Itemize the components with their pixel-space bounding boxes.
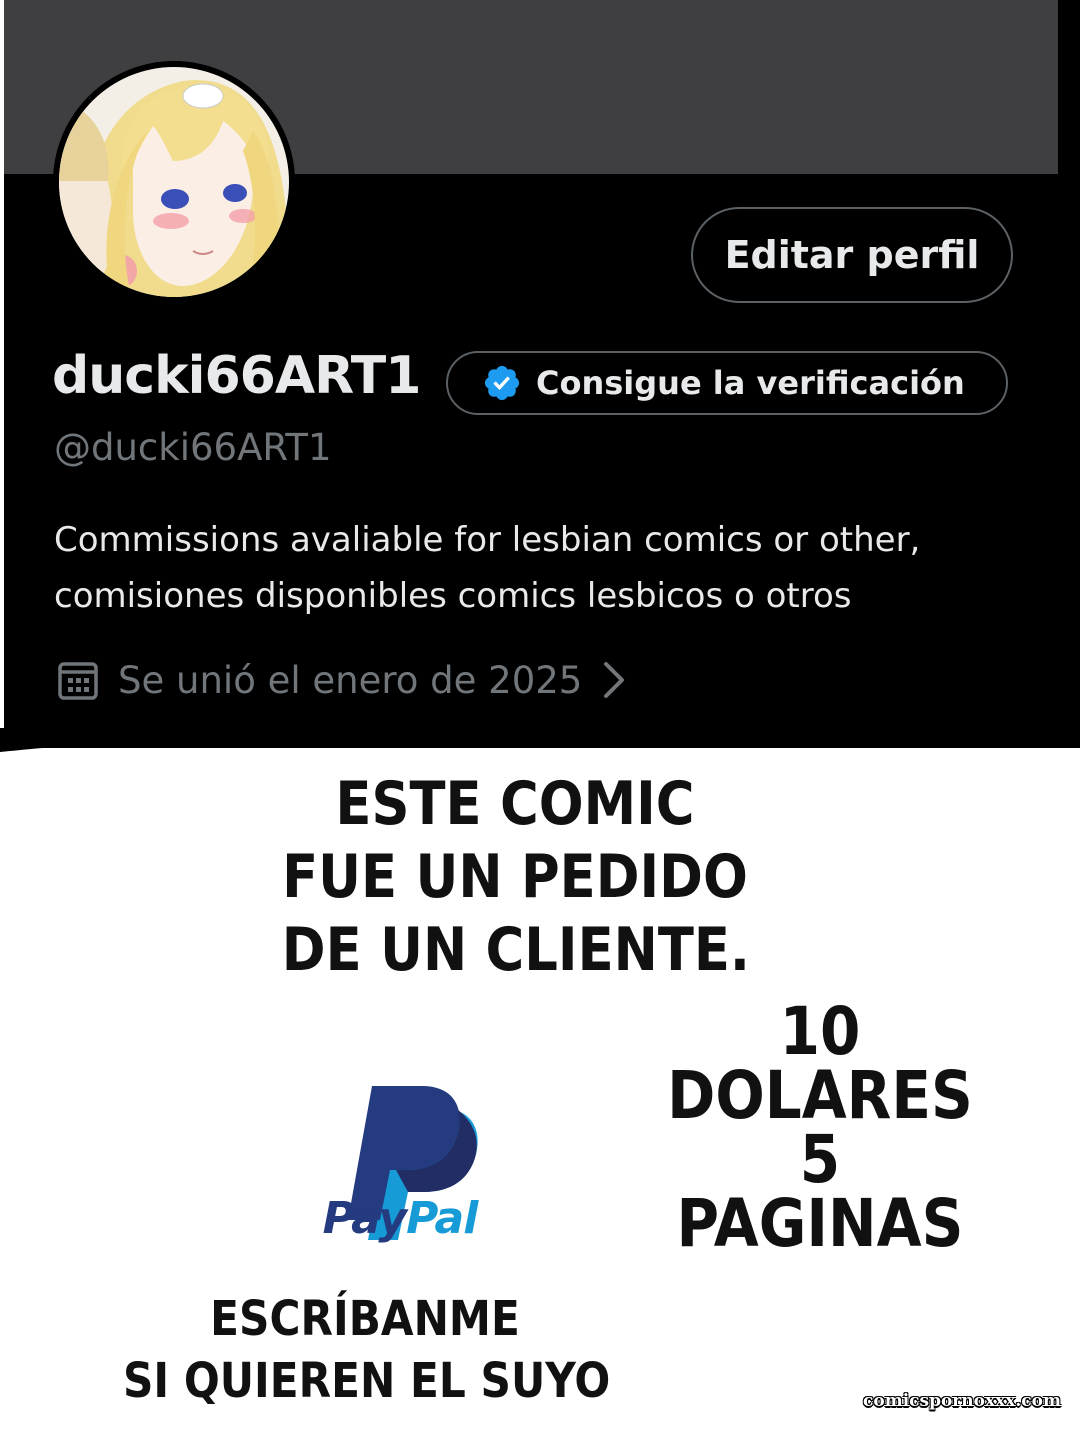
contact-note: ESCRÍBANME SI QUIEREN EL SUYO [123, 1288, 611, 1412]
contact-line: SI QUIEREN EL SUYO [123, 1353, 611, 1409]
note-line: FUE UN PEDIDO [282, 842, 748, 912]
note-line: DE UN CLIENTE. [281, 915, 750, 985]
calendar-icon [58, 662, 98, 700]
price-line: PAGINAS [676, 1185, 964, 1262]
site-watermark: comicspornoxxx.com [863, 1391, 1061, 1411]
paypal-word-part: Pal [406, 1193, 478, 1244]
join-date-label: Se unió el enero de 2025 [118, 658, 583, 702]
display-name: ducki66ART1 [52, 346, 421, 406]
chevron-right-icon [604, 662, 625, 698]
profile-header: Editar perfil ducki66ART1 Consigue la ve… [4, 0, 1080, 748]
get-verified-label: Consigue la verificación [536, 364, 965, 402]
commission-note: ESTE COMIC FUE UN PEDIDO DE UN CLIENTE. [281, 768, 750, 987]
avatar[interactable] [53, 61, 295, 303]
bio-line: Commissions avaliable for lesbian comics… [54, 520, 921, 560]
get-verified-button[interactable]: Consigue la verificación [446, 351, 1008, 415]
torn-edge-divider [0, 728, 1080, 752]
user-handle: @ducki66ART1 [54, 426, 332, 469]
contact-line: ESCRÍBANME [210, 1291, 520, 1347]
price-line: 5 [799, 1121, 841, 1198]
price-note: 10 DOLARES 5 PAGINAS [662, 993, 979, 1262]
price-line: DOLARES [667, 1057, 973, 1134]
price-line: 10 [779, 993, 861, 1070]
join-date[interactable]: Se unió el enero de 2025 [56, 652, 628, 708]
paypal-wordmark: PayPal [305, 1193, 495, 1244]
note-line: ESTE COMIC [335, 769, 695, 839]
profile-bio: Commissions avaliable for lesbian comics… [54, 512, 1054, 624]
verified-badge-icon [484, 365, 520, 401]
avatar-image [53, 61, 295, 303]
paypal-word-part: Pay [322, 1193, 407, 1244]
bio-line: comisiones disponibles comics lesbicos o… [54, 576, 852, 616]
edit-profile-button[interactable]: Editar perfil [691, 207, 1013, 303]
